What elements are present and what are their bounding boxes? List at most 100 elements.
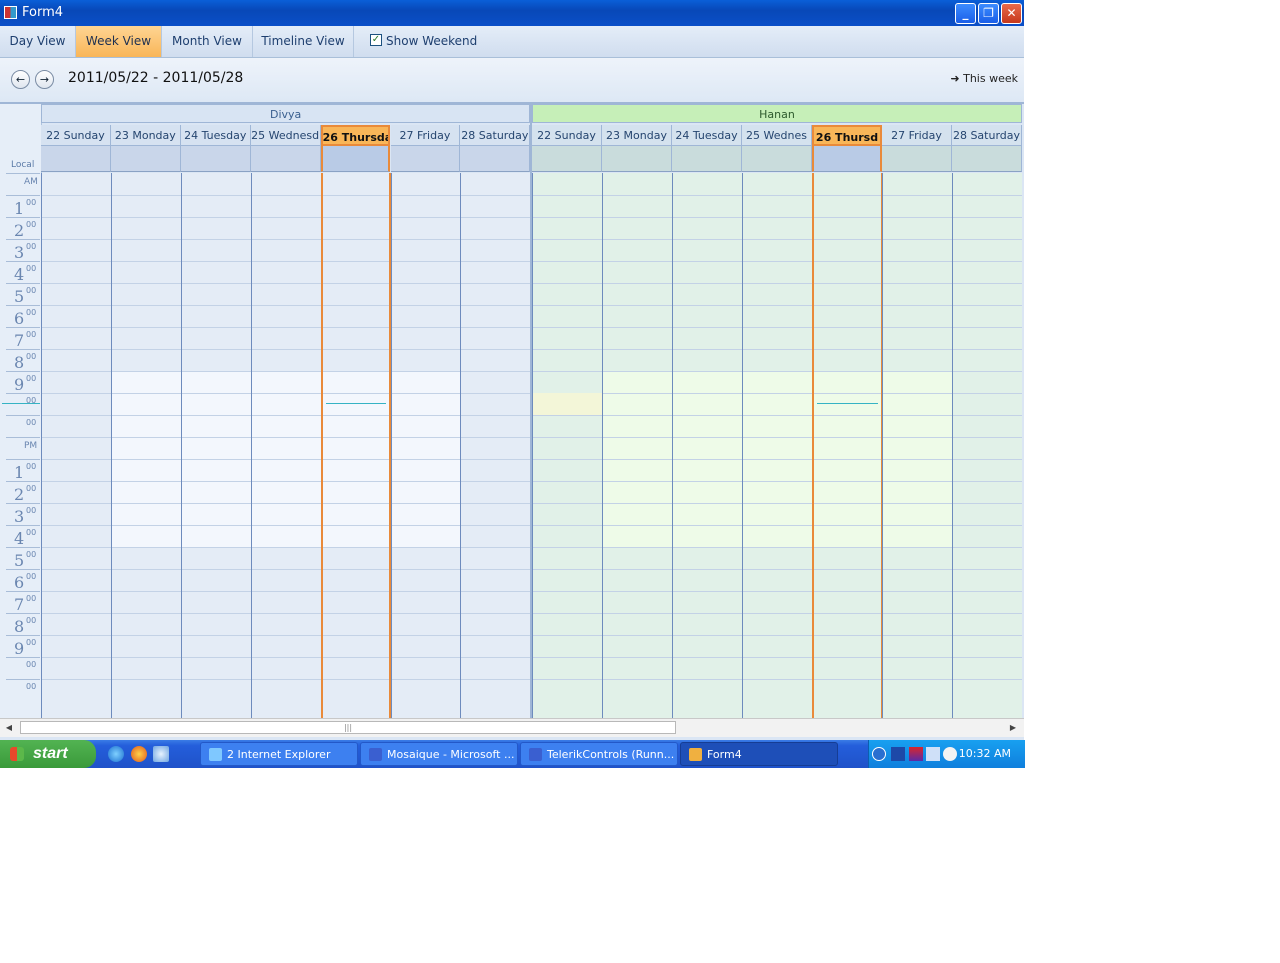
day-column[interactable] bbox=[41, 173, 111, 718]
all-day-cell[interactable] bbox=[320, 146, 391, 172]
minute-number: 00 bbox=[26, 286, 37, 295]
all-day-cell[interactable] bbox=[742, 146, 812, 172]
minute-number: 00 bbox=[26, 220, 37, 229]
day-header[interactable]: 27 Friday bbox=[882, 125, 952, 146]
balloon-tray-icon[interactable] bbox=[943, 747, 957, 761]
show-weekend-label[interactable]: Show Weekend bbox=[386, 34, 477, 48]
day-column[interactable] bbox=[672, 173, 742, 718]
hour-number: 6 bbox=[14, 573, 25, 592]
hour-label: 3 00 bbox=[6, 503, 40, 526]
desktop-quicklaunch-icon[interactable] bbox=[153, 746, 169, 762]
week-view-button[interactable]: Week View bbox=[76, 26, 162, 57]
day-column[interactable] bbox=[532, 173, 602, 718]
all-day-cell[interactable] bbox=[602, 146, 672, 172]
day-column[interactable] bbox=[180, 173, 251, 718]
all-day-cell[interactable] bbox=[812, 146, 882, 172]
day-header[interactable]: 28 Saturday bbox=[952, 125, 1022, 146]
day-header[interactable]: 24 Tuesday bbox=[672, 125, 742, 146]
taskbar-button[interactable]: Form4 bbox=[680, 742, 838, 766]
taskbar-button-label: Form4 bbox=[707, 748, 742, 761]
hour-label: 00 bbox=[6, 415, 40, 437]
day-header[interactable]: 22 Sunday bbox=[41, 125, 111, 146]
scroll-thumb[interactable]: ||| bbox=[20, 721, 676, 734]
clock: 10:32 AM bbox=[958, 747, 1011, 760]
hour-number: 9 bbox=[14, 639, 25, 658]
this-week-link[interactable]: ➜ This week bbox=[950, 72, 1018, 85]
minute-number: 00 bbox=[26, 308, 37, 317]
all-day-cell[interactable] bbox=[952, 146, 1022, 172]
day-column[interactable] bbox=[460, 173, 531, 718]
start-button[interactable]: start bbox=[0, 740, 96, 768]
minute-number: 00 bbox=[26, 242, 37, 251]
monitor-tray-icon[interactable] bbox=[926, 747, 940, 761]
minute-number: 00 bbox=[26, 484, 37, 493]
day-header[interactable]: 28 Saturday bbox=[460, 125, 531, 146]
day-header[interactable]: 25 Wednes bbox=[742, 125, 812, 146]
day-column[interactable] bbox=[742, 173, 812, 718]
taskbar-button[interactable]: 2 Internet Explorer bbox=[200, 742, 358, 766]
all-day-cell[interactable] bbox=[41, 146, 111, 172]
day-view-button[interactable]: Day View bbox=[0, 26, 76, 57]
all-day-cell[interactable] bbox=[250, 146, 321, 172]
day-header[interactable]: 25 Wednesd bbox=[250, 125, 321, 146]
minute-number: 00 bbox=[26, 352, 37, 361]
all-day-cell[interactable] bbox=[110, 146, 181, 172]
day-column[interactable] bbox=[952, 173, 1022, 718]
day-column[interactable] bbox=[602, 173, 672, 718]
taskbar-button[interactable]: Mosaique - Microsoft ... bbox=[360, 742, 518, 766]
show-weekend-checkbox[interactable]: ✓ bbox=[370, 34, 382, 46]
day-header[interactable]: 23 Monday bbox=[110, 125, 181, 146]
minimize-button[interactable]: _ bbox=[955, 3, 976, 24]
hour-number: 5 bbox=[14, 287, 25, 306]
close-button[interactable]: ✕ bbox=[1001, 3, 1022, 24]
hour-number: 1 bbox=[14, 463, 25, 482]
scroll-left-arrow-icon[interactable]: ◀ bbox=[4, 722, 14, 734]
hour-number: 3 bbox=[14, 507, 25, 526]
day-column[interactable] bbox=[812, 173, 883, 718]
timeline-view-button[interactable]: Timeline View bbox=[253, 26, 354, 57]
day-header[interactable]: 23 Monday bbox=[602, 125, 672, 146]
horizontal-scrollbar[interactable]: ◀ ||| ▶ bbox=[0, 718, 1024, 737]
restore-button[interactable]: ❐ bbox=[978, 3, 999, 24]
security-tray-icon[interactable] bbox=[909, 747, 923, 761]
day-header[interactable]: 26 Thursd bbox=[812, 125, 882, 146]
hour-label: 1 00 bbox=[6, 195, 40, 218]
day-header[interactable]: 22 Sunday bbox=[532, 125, 602, 146]
all-day-cell[interactable] bbox=[532, 146, 602, 172]
day-column[interactable] bbox=[390, 173, 461, 718]
all-day-cell[interactable] bbox=[390, 146, 461, 172]
taskbar-button[interactable]: TelerikControls (Runn... bbox=[520, 742, 678, 766]
all-day-cell[interactable] bbox=[180, 146, 251, 172]
next-arrow-icon[interactable]: → bbox=[35, 70, 54, 89]
title-bar[interactable]: Form4 _ ❐ ✕ bbox=[0, 0, 1024, 26]
previous-arrow-icon[interactable]: ← bbox=[11, 70, 30, 89]
app-icon[interactable] bbox=[4, 6, 17, 19]
resource-header: Hanan bbox=[532, 104, 1022, 123]
this-week-label[interactable]: This week bbox=[963, 72, 1018, 85]
all-day-cell[interactable] bbox=[882, 146, 952, 172]
hour-label: 00 bbox=[6, 679, 40, 701]
day-column[interactable] bbox=[320, 173, 392, 718]
selected-cell[interactable] bbox=[533, 393, 602, 415]
all-day-cell[interactable] bbox=[460, 146, 531, 172]
hour-label: 4 00 bbox=[6, 525, 40, 548]
start-label: start bbox=[33, 745, 68, 762]
day-header[interactable]: 24 Tuesday bbox=[180, 125, 251, 146]
day-column[interactable] bbox=[882, 173, 952, 718]
day-column[interactable] bbox=[250, 173, 321, 718]
header-corner: Local bbox=[0, 104, 42, 173]
day-header[interactable]: 26 Thursda bbox=[320, 125, 391, 146]
day-column[interactable] bbox=[110, 173, 181, 718]
hour-number: 7 bbox=[14, 331, 25, 350]
tray-expand-icon[interactable] bbox=[872, 747, 886, 761]
navigation-bar: ← → 2011/05/22 - 2011/05/28 ➜ This week bbox=[0, 58, 1024, 104]
all-day-cell[interactable] bbox=[672, 146, 742, 172]
meridiem-label: AM bbox=[24, 177, 38, 187]
scroll-right-arrow-icon[interactable]: ▶ bbox=[1008, 722, 1018, 734]
day-header[interactable]: 27 Friday bbox=[390, 125, 461, 146]
ie-quicklaunch-icon[interactable] bbox=[108, 746, 124, 762]
current-time-line bbox=[817, 403, 878, 404]
month-view-button[interactable]: Month View bbox=[162, 26, 253, 57]
network-tray-icon[interactable] bbox=[891, 747, 905, 761]
firefox-quicklaunch-icon[interactable] bbox=[131, 746, 147, 762]
